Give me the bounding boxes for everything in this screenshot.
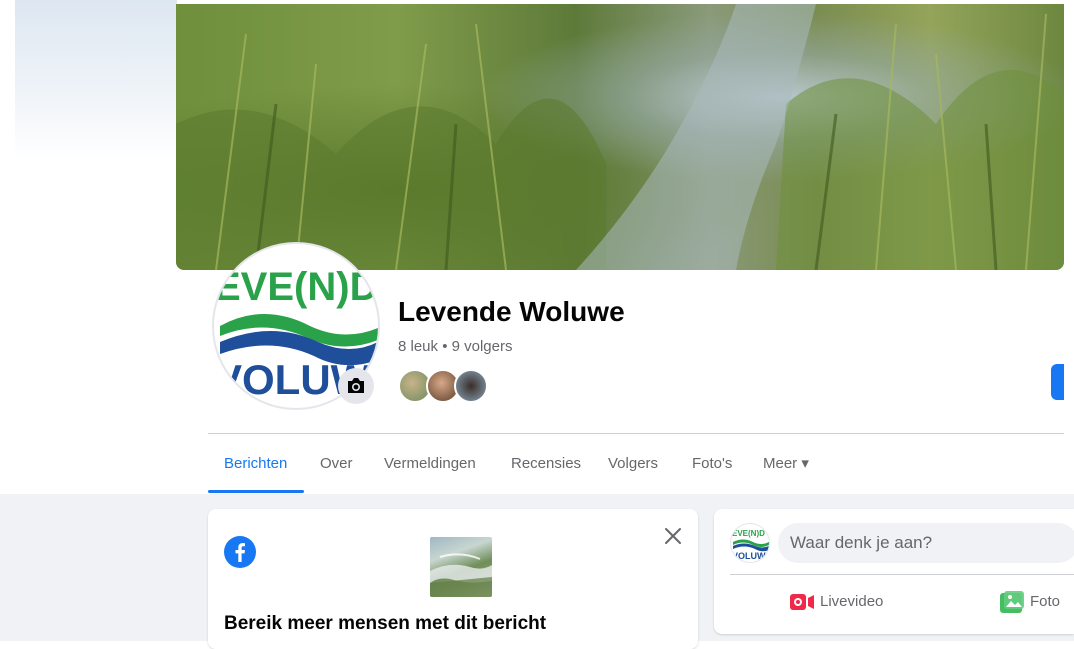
tab-recensies[interactable]: Recensies [511, 444, 581, 492]
camera-button[interactable] [338, 368, 374, 404]
levende-woluwe-logo-small: EVE(N)D VOLUW [732, 529, 769, 561]
photo-button[interactable]: Foto [1000, 587, 1060, 623]
photo-icon [1000, 591, 1024, 614]
page-title: Levende Woluwe [398, 296, 625, 327]
composer-divider [730, 574, 1074, 575]
post-thumbnail[interactable] [430, 537, 492, 597]
create-post-card: EVE(N)D VOLUW Waar denk je aan? Livevide… [714, 509, 1074, 634]
photo-label: Foto [1030, 593, 1061, 610]
tab-vermeldingen[interactable]: Vermeldingen [384, 444, 476, 492]
post-composer-input[interactable]: Waar denk je aan? [778, 523, 1074, 563]
svg-text:EVE(N)D: EVE(N)D [732, 529, 765, 538]
active-tab-indicator [208, 490, 304, 493]
tab-meer[interactable]: Meer ▾ [763, 444, 809, 492]
sidebar-gradient [15, 0, 177, 160]
page-avatar[interactable]: EVE(N)D VOLUW [730, 523, 770, 563]
live-video-button[interactable]: Livevideo [790, 587, 883, 623]
logo-text-top: EVE(N)D [214, 265, 378, 309]
boost-title: Bereik meer mensen met dit bericht [224, 613, 547, 634]
facebook-icon [224, 536, 256, 568]
avatar[interactable] [454, 369, 488, 403]
follower-avatars[interactable] [398, 369, 498, 403]
live-video-icon [790, 594, 814, 611]
thumbnail-image [430, 553, 492, 597]
camera-icon [348, 378, 364, 393]
boost-post-card: Bereik meer mensen met dit bericht [208, 509, 698, 649]
tab-fotos[interactable]: Foto's [692, 444, 732, 492]
primary-action-button[interactable] [1051, 364, 1064, 400]
live-video-label: Livevideo [820, 593, 884, 610]
page-tabs: Berichten Over Vermeldingen Recensies Vo… [208, 444, 809, 494]
page-stats[interactable]: 8 leuk • 9 volgers [398, 338, 512, 355]
tab-berichten[interactable]: Berichten [224, 444, 287, 492]
close-icon[interactable] [662, 525, 684, 547]
svg-text:VOLUW: VOLUW [732, 551, 766, 561]
cover-photo-grass [176, 4, 1064, 270]
tab-volgers[interactable]: Volgers [608, 444, 658, 492]
header-divider [208, 433, 1064, 434]
tab-over[interactable]: Over [320, 444, 353, 492]
cover-photo[interactable] [176, 4, 1064, 270]
